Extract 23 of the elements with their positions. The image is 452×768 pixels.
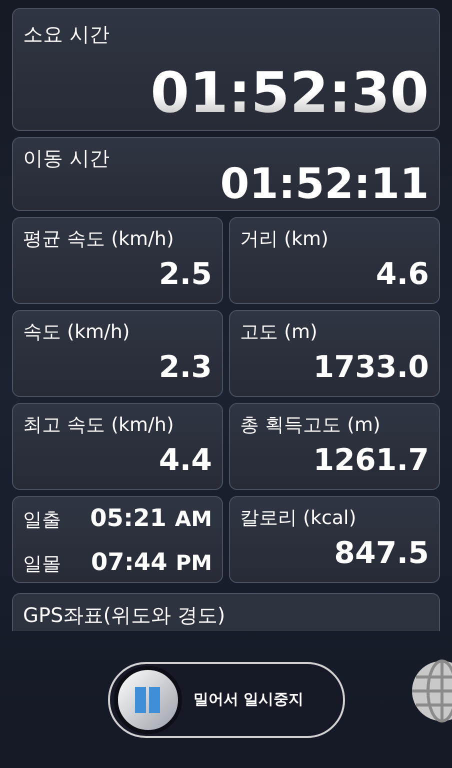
stat-label: 최고 속도 (km/h) [23, 414, 175, 438]
stat-value: 2.5 [158, 260, 212, 290]
sun-time: 07:44 PM [90, 546, 212, 578]
moving-time-value: 01:52:11 [220, 163, 429, 205]
stat-value: 2.3 [158, 352, 212, 383]
stat-value: 4.4 [158, 446, 212, 476]
stat-label: 칼로리 (kcal) [240, 507, 358, 531]
card-label: 이동 시간 [23, 146, 110, 171]
sun-time: 05:21 AM [90, 502, 212, 534]
stat-value: 4.6 [376, 260, 429, 290]
stat-label: 거리 (km) [240, 228, 330, 252]
globe-icon[interactable] [410, 659, 452, 723]
stat-label: 평균 속도 (km/h) [23, 228, 175, 252]
stat-label: 고도 (m) [240, 321, 318, 345]
card-label: 소요 시간 [23, 21, 110, 48]
sun-label: 일출 [23, 508, 62, 532]
sun-label: 일몰 [23, 552, 62, 576]
stat-value: 1733.0 [313, 352, 429, 383]
stat-label: 총 획득고도 (m) [240, 414, 382, 438]
stat-value: 1261.7 [313, 446, 429, 476]
gps-label: GPS좌표(위도와 경도) [23, 603, 226, 627]
stat-value: 847.5 [334, 538, 429, 569]
stat-label: 속도 (km/h) [23, 321, 131, 345]
